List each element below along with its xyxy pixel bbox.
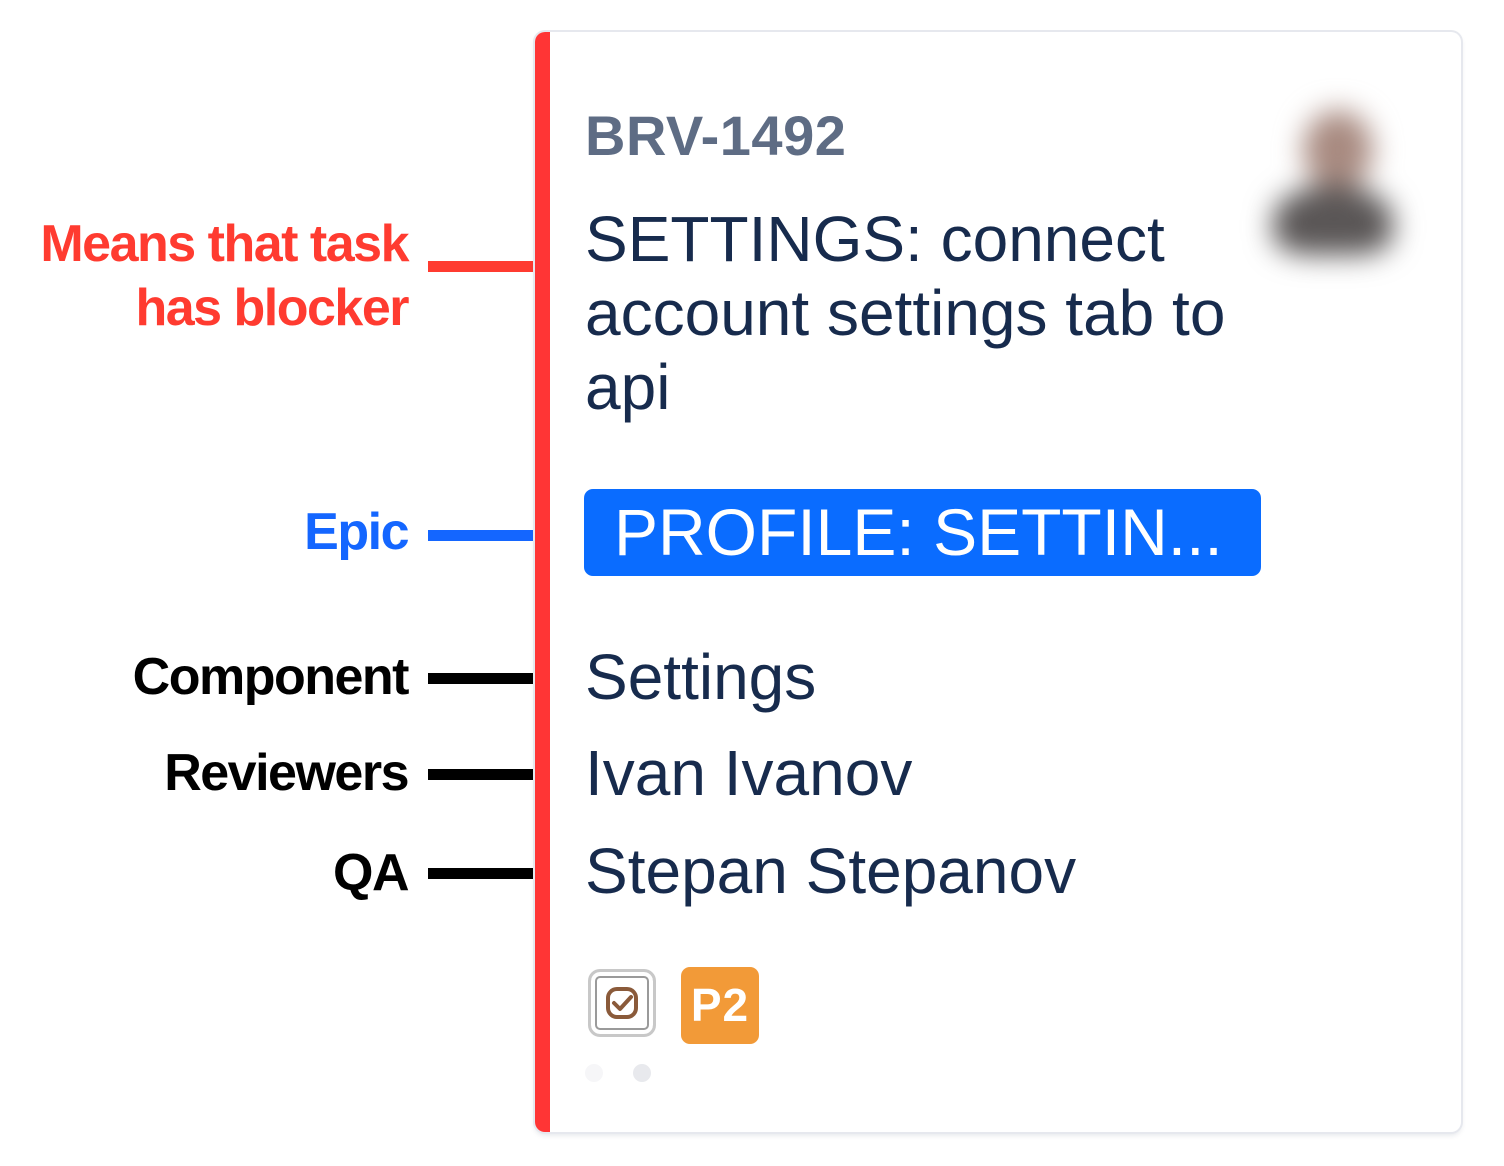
annotation-reviewers-label: Reviewers bbox=[164, 744, 409, 802]
annotation-blocker-label: Means that task has blocker bbox=[40, 212, 409, 340]
qa-field: Stepan Stepanov bbox=[585, 835, 1077, 907]
issue-summary: SETTINGS: connect account settings tab t… bbox=[585, 203, 1226, 423]
epic-lozenge[interactable]: PROFILE: SETTIN... bbox=[584, 489, 1261, 576]
user-avatar-icon[interactable] bbox=[1253, 90, 1403, 270]
reviewers-field: Ivan Ivanov bbox=[585, 737, 913, 809]
annotation-blocker-line1: Means that task bbox=[40, 215, 409, 273]
issue-card[interactable]: BRV-1492 SETTINGS: connect account setti… bbox=[535, 32, 1461, 1132]
story-checkbox-icon bbox=[588, 969, 656, 1037]
annotation-component-label: Component bbox=[132, 648, 410, 706]
blocker-indicator-bar bbox=[535, 32, 550, 1132]
dot-icon bbox=[585, 1064, 603, 1082]
component-field: Settings bbox=[585, 641, 817, 713]
priority-badge: P2 bbox=[681, 967, 759, 1044]
annotation-epic-label: Epic bbox=[304, 503, 409, 561]
annotation-qa-label: QA bbox=[333, 844, 410, 902]
issue-key[interactable]: BRV-1492 bbox=[585, 106, 846, 166]
annotation-blocker-line2: has blocker bbox=[135, 279, 409, 337]
dot-icon bbox=[633, 1064, 651, 1082]
annotation-blocker-connector bbox=[428, 261, 540, 272]
